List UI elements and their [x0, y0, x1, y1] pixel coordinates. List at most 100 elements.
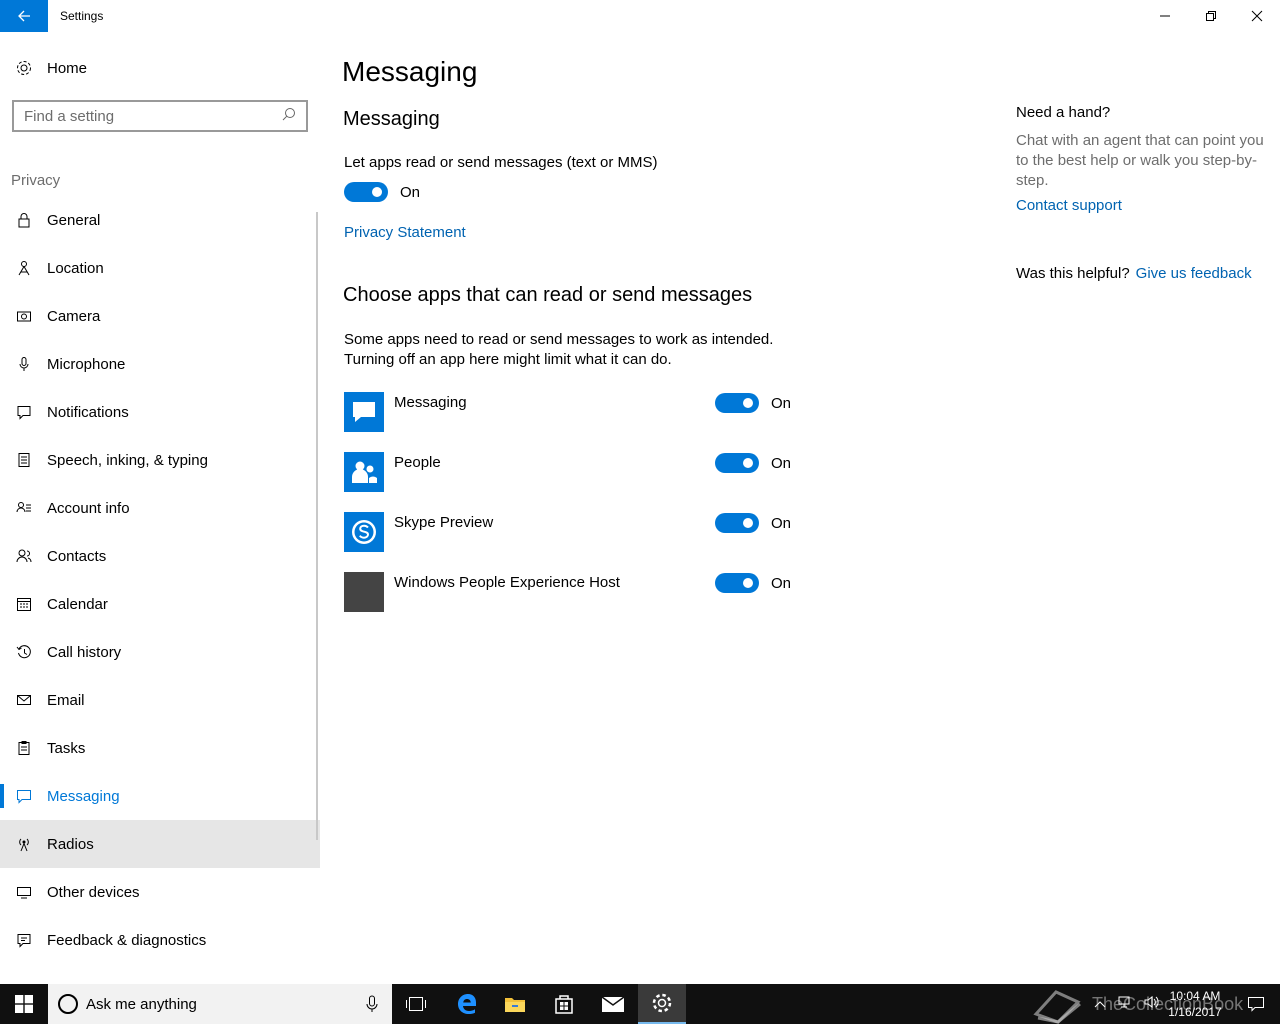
- action-center-button[interactable]: [1232, 984, 1280, 1024]
- clock[interactable]: 10:04 AM 1/16/2017: [1160, 988, 1230, 1020]
- sidebar-item-speech[interactable]: Speech, inking, & typing: [0, 436, 320, 484]
- toggle-knob: [372, 187, 382, 197]
- sidebar-item-label: General: [47, 211, 101, 229]
- give-feedback-link[interactable]: Give us feedback: [1136, 265, 1252, 282]
- app-row-windows-people-host: Windows People Experience Host On: [344, 572, 804, 632]
- cortana-search-text: Ask me anything: [86, 995, 197, 1013]
- sidebar-item-label: Account info: [47, 499, 130, 517]
- folder-icon: [505, 998, 525, 1012]
- sidebar-item-label: Email: [47, 691, 85, 709]
- sidebar-item-feedback[interactable]: Feedback & diagnostics: [0, 916, 320, 964]
- tasks-icon: [0, 740, 47, 756]
- mail-icon: [601, 996, 625, 1012]
- sidebar-item-general[interactable]: General: [0, 196, 320, 244]
- back-button[interactable]: [0, 0, 48, 32]
- section-title-messaging: Messaging: [343, 108, 440, 130]
- email-icon: [0, 692, 47, 708]
- file-explorer-button[interactable]: [491, 984, 539, 1024]
- microphone-icon: [0, 356, 47, 372]
- cortana-icon: [58, 994, 78, 1014]
- app-toggle-row: On: [715, 513, 791, 533]
- restore-icon: [1206, 11, 1216, 21]
- lock-icon: [0, 212, 47, 228]
- app-toggle-people[interactable]: [715, 453, 759, 473]
- app-toggle-skype[interactable]: [715, 513, 759, 533]
- toggle-state-label: On: [771, 574, 792, 592]
- action-center-icon: [1248, 997, 1264, 1012]
- close-button[interactable]: [1234, 0, 1280, 32]
- gear-icon: [652, 993, 672, 1013]
- app-toggle-windows-people-host[interactable]: [715, 573, 759, 593]
- sidebar-item-account-info[interactable]: Account info: [0, 484, 320, 532]
- edge-icon: [458, 994, 476, 1014]
- sidebar-item-microphone[interactable]: Microphone: [0, 340, 320, 388]
- toggle-state-label: On: [771, 514, 792, 532]
- toggle-knob: [743, 518, 753, 528]
- volume-icon[interactable]: [1144, 995, 1160, 1014]
- sidebar-scrollbar[interactable]: [316, 212, 318, 840]
- call-history-icon: [0, 644, 47, 660]
- sidebar-item-label: Camera: [47, 307, 101, 325]
- mail-button[interactable]: [589, 984, 637, 1024]
- app-toggle-row: On: [715, 393, 791, 413]
- app-name: Messaging: [394, 394, 467, 411]
- messaging-master-toggle[interactable]: [344, 182, 388, 202]
- contact-support-link[interactable]: Contact support: [1016, 197, 1266, 214]
- book-logo-icon: [1033, 990, 1081, 1024]
- intro-line-1: Some apps need to read or send messages …: [344, 331, 774, 348]
- microphone-icon[interactable]: [366, 995, 378, 1018]
- sidebar-item-location[interactable]: Location: [0, 244, 320, 292]
- app-toggle-messaging[interactable]: [715, 393, 759, 413]
- calendar-icon: [0, 596, 47, 612]
- page-title: Messaging: [342, 56, 478, 87]
- chevron-up-icon[interactable]: [1094, 995, 1106, 1013]
- search-icon[interactable]: [282, 107, 296, 126]
- settings-taskbar-button[interactable]: [638, 984, 686, 1024]
- sidebar-item-label: Messaging: [47, 787, 120, 805]
- home-label: Home: [47, 59, 88, 77]
- sidebar-item-label: Calendar: [47, 595, 108, 613]
- window-title: Settings: [60, 9, 104, 23]
- taskbar: Ask me anything TheCollectionBook 10:04 …: [0, 984, 1280, 1024]
- start-button[interactable]: [0, 984, 48, 1024]
- messaging-app-icon: [344, 392, 384, 432]
- edge-button[interactable]: [443, 984, 491, 1024]
- sidebar-item-label: Call history: [47, 643, 122, 661]
- minimize-button[interactable]: [1142, 0, 1188, 32]
- network-icon[interactable]: [1118, 995, 1134, 1014]
- help-panel: Need a hand? Chat with an agent that can…: [1016, 104, 1266, 214]
- sidebar-item-email[interactable]: Email: [0, 676, 320, 724]
- back-arrow-icon: [18, 10, 30, 22]
- app-name: Windows People Experience Host: [394, 574, 620, 591]
- privacy-statement-link[interactable]: Privacy Statement: [344, 224, 466, 241]
- cortana-search-box[interactable]: Ask me anything: [48, 984, 392, 1024]
- minimize-icon: [1160, 15, 1170, 17]
- sidebar-item-label: Radios: [47, 835, 94, 853]
- restore-button[interactable]: [1188, 0, 1234, 32]
- sidebar-item-notifications[interactable]: Notifications: [0, 388, 320, 436]
- sidebar-item-messaging[interactable]: Messaging: [0, 772, 320, 820]
- section-title-choose-apps: Choose apps that can read or send messag…: [343, 284, 753, 306]
- sidebar-item-calendar[interactable]: Calendar: [0, 580, 320, 628]
- privacy-section-label: Privacy: [11, 172, 61, 189]
- close-icon: [1251, 10, 1263, 22]
- search-box[interactable]: [12, 100, 308, 132]
- sidebar-item-call-history[interactable]: Call history: [0, 628, 320, 676]
- sidebar-item-label: Other devices: [47, 883, 140, 901]
- sidebar-item-tasks[interactable]: Tasks: [0, 724, 320, 772]
- sidebar-item-contacts[interactable]: Contacts: [0, 532, 320, 580]
- task-view-button[interactable]: [392, 984, 440, 1024]
- messaging-master-toggle-row: On: [344, 182, 420, 202]
- messaging-permission-description: Let apps read or send messages (text or …: [344, 154, 658, 171]
- store-button[interactable]: [540, 984, 588, 1024]
- sidebar-item-label: Feedback & diagnostics: [47, 931, 207, 949]
- home-nav[interactable]: Home: [0, 52, 320, 84]
- system-tray: [1094, 984, 1160, 1024]
- sidebar-item-camera[interactable]: Camera: [0, 292, 320, 340]
- camera-icon: [0, 308, 47, 324]
- sidebar-item-radios[interactable]: Radios: [0, 820, 320, 868]
- search-input[interactable]: [24, 107, 282, 125]
- sidebar-item-other-devices[interactable]: Other devices: [0, 868, 320, 916]
- app-name: Skype Preview: [394, 514, 494, 531]
- sidebar-item-label: Contacts: [47, 547, 107, 565]
